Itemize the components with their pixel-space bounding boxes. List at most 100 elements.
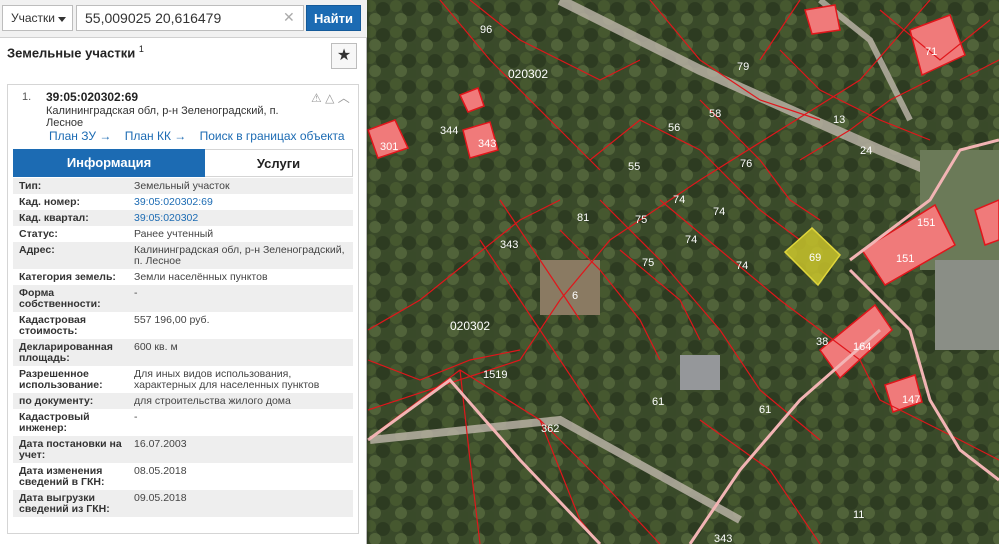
search-type-label: Участки (11, 11, 55, 25)
parcel-card: 1. 39:05:020302:69 Калининградская обл, … (7, 84, 359, 534)
info-row: Кад. номер: 39:05:020302:69 (13, 194, 353, 210)
parcel-label: 76 (740, 158, 752, 170)
info-value: - (134, 411, 138, 423)
parcel-label: 11 (853, 509, 864, 521)
info-value: 16.07.2003 (134, 438, 187, 450)
parcel-label: 75 (635, 214, 647, 226)
parcel-label: 74 (736, 260, 748, 272)
info-value-link[interactable]: 39:05:020302 (128, 213, 348, 224)
info-table: Тип: Земельный участок Кад. номер: 39:05:02… (13, 178, 353, 517)
info-row: Адрес: Калининградская обл, р-н Зеленогра… (13, 242, 353, 269)
info-key: Кадастровый инженер: (19, 411, 90, 434)
parcel-label: 75 (642, 257, 654, 269)
parcel-label-selected: 69 (809, 252, 821, 264)
favorite-button[interactable]: ★ (331, 43, 357, 69)
info-value: 600 кв. м (134, 341, 178, 353)
search-button[interactable]: Найти (306, 5, 361, 31)
chevron-up-icon[interactable]: ︿ (338, 91, 350, 105)
parcel-label: 38 (816, 336, 828, 348)
info-value: Калининградская обл, р-н Зеленоградский,… (134, 244, 345, 267)
info-row: Дата постановки на учет: 16.07.2003 (13, 436, 353, 463)
info-value: Земельный участок (134, 180, 230, 192)
info-value: - (134, 287, 138, 299)
search-input[interactable] (76, 5, 304, 31)
info-row: Дата изменения сведений в ГКН: 08.05.2018 (13, 463, 353, 490)
quarter-label: 020302 (508, 67, 548, 81)
info-value: 557 196,00 руб. (134, 314, 210, 326)
parcel-label: 56 (668, 122, 680, 134)
plan-kk-link[interactable]: План КК → (125, 129, 187, 143)
parcel-label: 74 (713, 206, 725, 218)
plan-zu-link[interactable]: План ЗУ → (49, 129, 111, 143)
star-icon: ★ (336, 47, 352, 64)
info-value: для строительства жилого дома (134, 395, 291, 407)
info-key: Декларированная площадь: (19, 341, 113, 364)
info-key: Кад. номер: (19, 196, 81, 208)
info-value: Ранее учтенный (134, 228, 214, 240)
info-row: Кад. квартал: 39:05:020302 (13, 210, 353, 226)
info-row: Разрешенное использование: Для иных видов… (13, 366, 353, 393)
parcel-label: 343 (500, 239, 518, 251)
info-row: Категория земель: Земли населённых пункто… (13, 269, 353, 285)
clear-icon[interactable]: ✕ (283, 9, 295, 26)
parcel-label: 74 (685, 234, 697, 246)
quarter-label: 020302 (450, 319, 490, 333)
parcel-label: 301 (380, 141, 398, 153)
card-tabs: Информация Услуги (13, 149, 353, 177)
info-panel: Участки ✕ Найти Земельные участки 1 ★ 1.… (0, 0, 367, 544)
parcel-label: 151 (917, 217, 935, 229)
info-value: Для иных видов использования, характерны… (134, 368, 320, 391)
parcel-label: 74 (673, 194, 685, 206)
parcel-label: 151 (896, 253, 914, 265)
tab-info[interactable]: Информация (13, 149, 205, 177)
parcel-label: 1519 (483, 369, 507, 381)
parcel-label: 58 (709, 108, 721, 120)
info-key: Кад. квартал: (19, 212, 89, 224)
parcel-label: 81 (577, 212, 589, 224)
info-key: Статус: (19, 228, 58, 240)
warning-icon[interactable]: ⚠ (311, 91, 322, 105)
panel-title: Земельные участки 1 (7, 44, 144, 60)
parcel-label: 164 (853, 341, 871, 353)
search-type-select[interactable]: Участки (2, 5, 73, 31)
parcel-label: 96 (480, 24, 492, 36)
search-bar: Участки ✕ Найти (0, 0, 367, 38)
info-key: Кадастровая стоимость: (19, 314, 86, 337)
parcel-label: 61 (652, 396, 664, 408)
info-row: Тип: Земельный участок (13, 178, 353, 194)
info-row: Дата выгрузки сведений из ГКН: 09.05.2018 (13, 490, 353, 517)
info-row: Форма собственности: - (13, 285, 353, 312)
parcel-label: 71 (925, 46, 937, 58)
info-key: Дата выгрузки сведений из ГКН: (19, 492, 110, 515)
info-row: Кадастровая стоимость: 557 196,00 руб. (13, 312, 353, 339)
result-count: 1 (138, 44, 144, 54)
info-key: Тип: (19, 180, 42, 192)
info-row: Декларированная площадь: 600 кв. м (13, 339, 353, 366)
chevron-down-icon (58, 17, 66, 22)
parcel-label: 343 (714, 533, 732, 544)
info-key: Адрес: (19, 244, 55, 256)
parcel-label: 6 (572, 290, 578, 302)
card-actions: ⚠ △ ︿ (311, 89, 350, 106)
tab-services[interactable]: Услуги (205, 149, 353, 177)
info-key: Форма собственности: (19, 287, 101, 310)
triangle-icon[interactable]: △ (325, 91, 334, 105)
parcel-label: 362 (541, 423, 559, 435)
parcel-label: 24 (860, 145, 872, 157)
parcel-address: Калининградская обл, р-н Зеленоградский,… (46, 105, 279, 129)
info-key: Разрешенное использование: (19, 368, 103, 391)
info-key: Категория земель: (19, 271, 116, 283)
info-row: Кадастровый инженер: - (13, 409, 353, 436)
info-value: 08.05.2018 (134, 465, 187, 477)
parcel-label: 147 (902, 394, 920, 406)
info-value-link[interactable]: 39:05:020302:69 (128, 197, 348, 208)
parcel-label: 13 (833, 114, 845, 126)
parcel-label: 344 (440, 125, 458, 137)
panel-title-text: Земельные участки (7, 45, 136, 61)
parcel-label: 79 (737, 61, 749, 73)
info-row: Статус: Ранее учтенный (13, 226, 353, 242)
cadastral-number: 39:05:020302:69 (46, 90, 139, 104)
info-row: по документу: для строительства жилого до… (13, 393, 353, 409)
parcel-label: 343 (478, 138, 496, 150)
info-value: Земли населённых пунктов (134, 271, 268, 283)
